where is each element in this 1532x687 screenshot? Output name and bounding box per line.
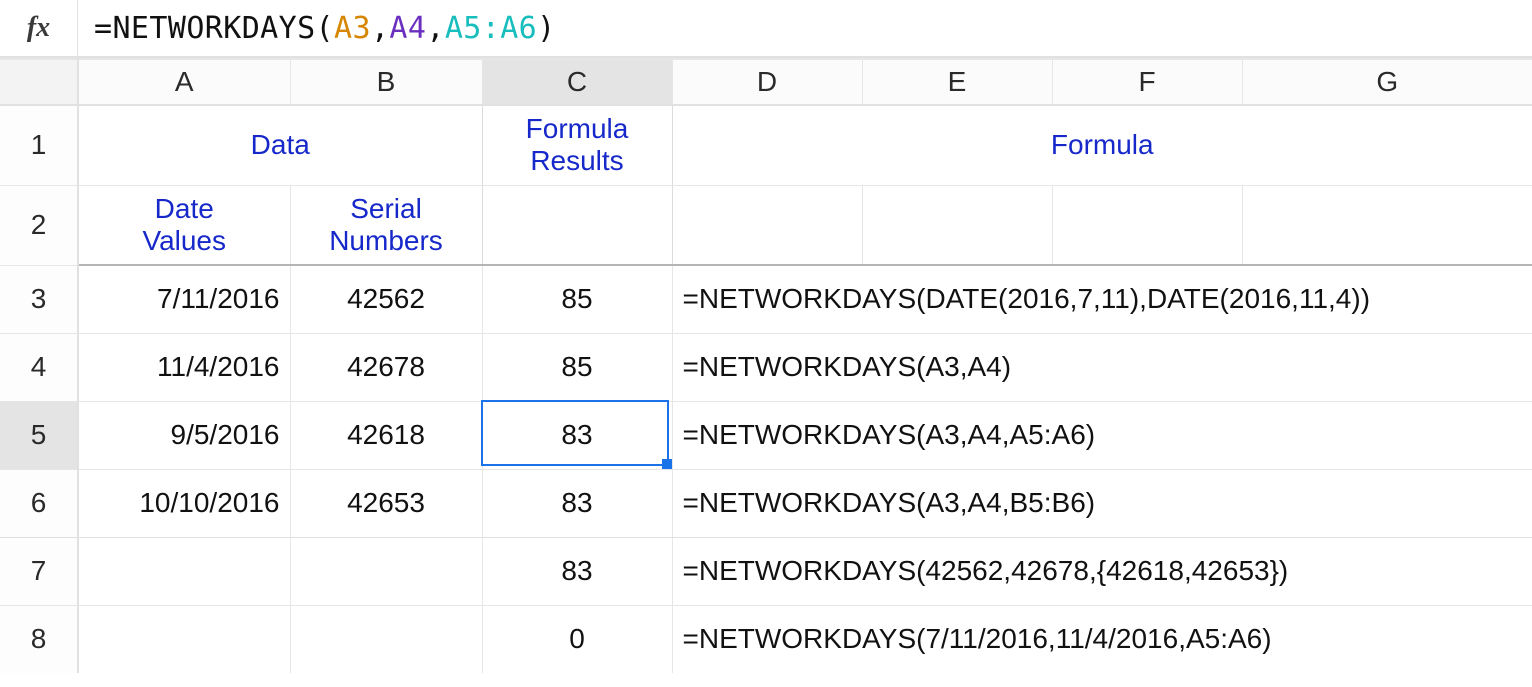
cell-G4[interactable]: [1242, 333, 1532, 401]
row-header-4[interactable]: 4: [0, 333, 78, 401]
cell-C5[interactable]: 83: [482, 401, 672, 469]
cell-G7[interactable]: [1242, 537, 1532, 605]
row-2: 2 Date Values Serial Numbers: [0, 185, 1532, 265]
cell-E3[interactable]: [862, 265, 1052, 333]
cell-A3[interactable]: 7/11/2016: [78, 265, 290, 333]
cell-B6[interactable]: 42653: [290, 469, 482, 537]
cell-F8[interactable]: [1052, 605, 1242, 673]
h-formula-results-l2: Results: [530, 145, 623, 176]
row-4: 4 11/4/2016 42678 85 =NETWORKDAYS(A3,A4): [0, 333, 1532, 401]
cell-G6[interactable]: [1242, 469, 1532, 537]
cell-F4[interactable]: [1052, 333, 1242, 401]
row-8: 8 0 =NETWORKDAYS(7/11/2016,11/4/2016,A5:…: [0, 605, 1532, 673]
cell-C3[interactable]: 85: [482, 265, 672, 333]
cell-D5[interactable]: =NETWORKDAYS(A3,A4,A5:A6): [672, 401, 862, 469]
cell-B4[interactable]: 42678: [290, 333, 482, 401]
cell-C8[interactable]: 0: [482, 605, 672, 673]
cell-E2[interactable]: [862, 185, 1052, 265]
sh-serial-l2: Numbers: [329, 225, 443, 256]
sh-serial-l1: Serial: [350, 193, 422, 224]
row-3: 3 7/11/2016 42562 85 =NETWORKDAYS(DATE(2…: [0, 265, 1532, 333]
h-formula-results-l1: Formula: [526, 113, 629, 144]
cell-B5[interactable]: 42618: [290, 401, 482, 469]
fb-arg2: A4: [389, 11, 426, 46]
fb-open: (: [316, 11, 334, 46]
section-header-data[interactable]: Data: [78, 105, 482, 185]
subheader-serial-numbers[interactable]: Serial Numbers: [290, 185, 482, 265]
row-header-6[interactable]: 6: [0, 469, 78, 537]
cell-D4[interactable]: =NETWORKDAYS(A3,A4): [672, 333, 862, 401]
cell-E4[interactable]: [862, 333, 1052, 401]
cell-G3[interactable]: [1242, 265, 1532, 333]
cell-A5[interactable]: 9/5/2016: [78, 401, 290, 469]
fb-arg3: A5:A6: [445, 11, 537, 46]
sh-date-l2: Values: [142, 225, 226, 256]
row-header-7[interactable]: 7: [0, 537, 78, 605]
row-5: 5 9/5/2016 42618 83 =NETWORKDAYS(A3,A4,A…: [0, 401, 1532, 469]
cell-G5[interactable]: [1242, 401, 1532, 469]
row-header-1[interactable]: 1: [0, 105, 78, 185]
section-header-formula[interactable]: Formula: [672, 105, 1532, 185]
cell-E8[interactable]: [862, 605, 1052, 673]
col-header-E[interactable]: E: [862, 59, 1052, 105]
cell-C2[interactable]: [482, 185, 672, 265]
cell-D6[interactable]: =NETWORKDAYS(A3,A4,B5:B6): [672, 469, 862, 537]
cell-F5[interactable]: [1052, 401, 1242, 469]
cell-C7[interactable]: 83: [482, 537, 672, 605]
col-header-C[interactable]: C: [482, 59, 672, 105]
section-header-formula-results[interactable]: Formula Results: [482, 105, 672, 185]
cell-D8[interactable]: =NETWORKDAYS(7/11/2016,11/4/2016,A5:A6): [672, 605, 862, 673]
sh-date-l1: Date: [155, 193, 214, 224]
cell-G8[interactable]: [1242, 605, 1532, 673]
cell-E6[interactable]: [862, 469, 1052, 537]
fb-sep2: ,: [426, 11, 444, 46]
cell-F6[interactable]: [1052, 469, 1242, 537]
cell-B7[interactable]: [290, 537, 482, 605]
cell-B8[interactable]: [290, 605, 482, 673]
col-header-D[interactable]: D: [672, 59, 862, 105]
fx-icon: fx: [27, 12, 50, 44]
col-header-A[interactable]: A: [78, 59, 290, 105]
row-1: 1 Data Formula Results Formula: [0, 105, 1532, 185]
cell-D7[interactable]: =NETWORKDAYS(42562,42678,{42618,42653}): [672, 537, 862, 605]
cell-C4[interactable]: 85: [482, 333, 672, 401]
cell-F3[interactable]: [1052, 265, 1242, 333]
col-header-F[interactable]: F: [1052, 59, 1242, 105]
row-7: 7 83 =NETWORKDAYS(42562,42678,{42618,426…: [0, 537, 1532, 605]
formula-bar: fx =NETWORKDAYS(A3,A4,A5:A6): [0, 0, 1532, 58]
fb-arg1: A3: [334, 11, 371, 46]
select-all-corner[interactable]: [0, 59, 78, 105]
cell-F2[interactable]: [1052, 185, 1242, 265]
col-header-B[interactable]: B: [290, 59, 482, 105]
row-header-8[interactable]: 8: [0, 605, 78, 673]
cell-F7[interactable]: [1052, 537, 1242, 605]
cell-D3[interactable]: =NETWORKDAYS(DATE(2016,7,11),DATE(2016,1…: [672, 265, 862, 333]
cell-A7[interactable]: [78, 537, 290, 605]
row-header-3[interactable]: 3: [0, 265, 78, 333]
fb-fn: NETWORKDAYS: [112, 11, 315, 46]
spreadsheet-grid[interactable]: A B C D E F G 1 Data Formula Results For…: [0, 58, 1532, 673]
cell-B3[interactable]: 42562: [290, 265, 482, 333]
cell-E5[interactable]: [862, 401, 1052, 469]
row-header-2[interactable]: 2: [0, 185, 78, 265]
fb-sep1: ,: [371, 11, 389, 46]
col-header-G[interactable]: G: [1242, 59, 1532, 105]
cell-A4[interactable]: 11/4/2016: [78, 333, 290, 401]
fb-eq: =: [94, 11, 112, 46]
cell-G2[interactable]: [1242, 185, 1532, 265]
fb-close: ): [537, 11, 555, 46]
row-6: 6 10/10/2016 42653 83 =NETWORKDAYS(A3,A4…: [0, 469, 1532, 537]
row-header-5[interactable]: 5: [0, 401, 78, 469]
cell-A8[interactable]: [78, 605, 290, 673]
cell-E7[interactable]: [862, 537, 1052, 605]
cell-A6[interactable]: 10/10/2016: [78, 469, 290, 537]
column-header-row: A B C D E F G: [0, 59, 1532, 105]
formula-input[interactable]: =NETWORKDAYS(A3,A4,A5:A6): [78, 11, 556, 46]
subheader-date-values[interactable]: Date Values: [78, 185, 290, 265]
cell-D2[interactable]: [672, 185, 862, 265]
fx-button[interactable]: fx: [0, 0, 78, 56]
cell-C6[interactable]: 83: [482, 469, 672, 537]
